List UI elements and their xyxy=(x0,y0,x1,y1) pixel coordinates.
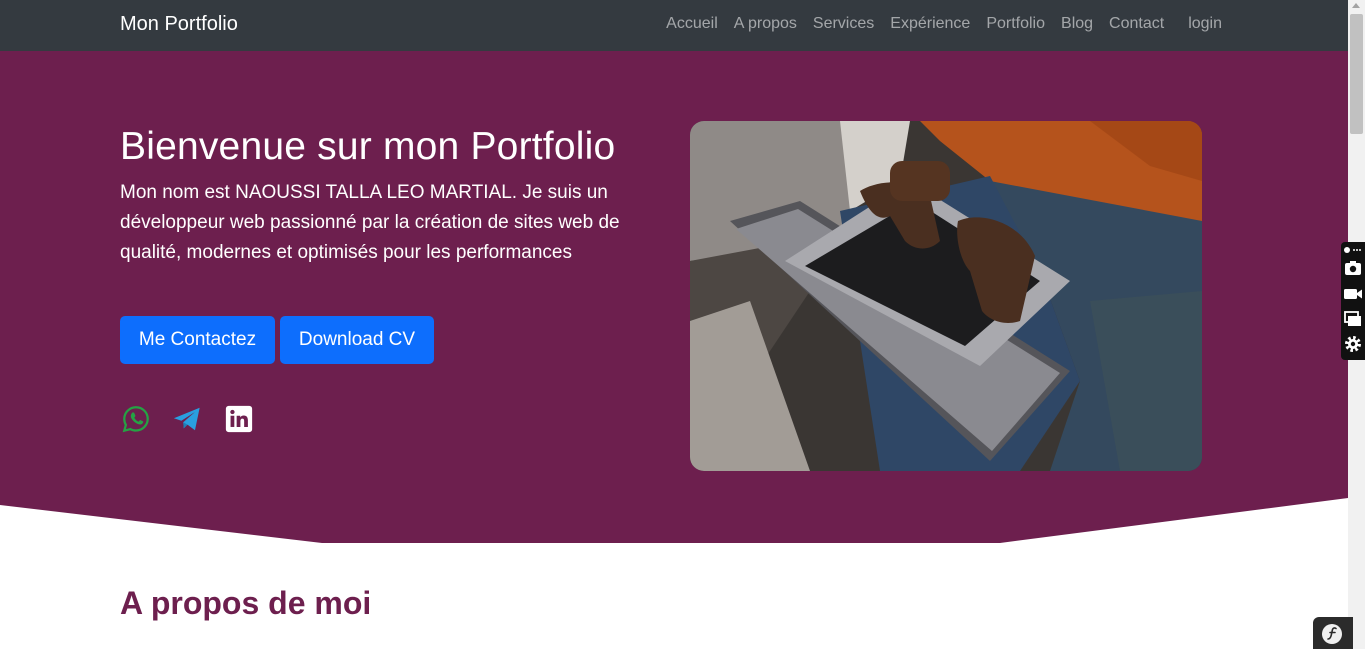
scroll-thumb[interactable] xyxy=(1350,14,1363,134)
brand-link[interactable]: Mon Portfolio xyxy=(120,13,238,36)
hero-section: Bienvenue sur mon Portfolio Mon nom est … xyxy=(0,51,1348,543)
video-icon[interactable] xyxy=(1343,284,1363,304)
gear-icon[interactable] xyxy=(1343,334,1363,354)
contact-button[interactable]: Me Contactez xyxy=(120,316,275,364)
nav-link-blog[interactable]: Blog xyxy=(1061,15,1093,33)
scroll-up-arrow[interactable] xyxy=(1352,3,1360,8)
nav-link-experience[interactable]: Expérience xyxy=(890,15,970,33)
linkedin-icon[interactable] xyxy=(224,404,254,434)
symfony-icon xyxy=(1322,624,1342,644)
nav-link-a-propos[interactable]: A propos xyxy=(734,15,797,33)
nav-link-login[interactable]: login xyxy=(1188,15,1222,33)
nav-link-contact[interactable]: Contact xyxy=(1109,15,1164,33)
hero-description: Mon nom est NAOUSSI TALLA LEO MARTIAL. J… xyxy=(120,182,620,263)
telegram-icon[interactable] xyxy=(172,404,202,434)
nav-links: Accueil A propos Services Expérience Por… xyxy=(650,15,1222,33)
nav-link-accueil[interactable]: Accueil xyxy=(666,15,718,33)
navbar: Mon Portfolio Accueil A propos Services … xyxy=(0,0,1348,51)
devtools-toolbar xyxy=(1341,242,1365,360)
whatsapp-icon[interactable] xyxy=(121,404,151,434)
symfony-debug-badge[interactable] xyxy=(1313,617,1353,649)
download-cv-button[interactable]: Download CV xyxy=(280,316,434,364)
windows-icon[interactable] xyxy=(1343,309,1363,329)
nav-link-portfolio[interactable]: Portfolio xyxy=(986,15,1045,33)
hero-image xyxy=(690,121,1202,471)
logo-icon xyxy=(1344,247,1361,253)
nav-link-services[interactable]: Services xyxy=(813,15,874,33)
camera-icon[interactable] xyxy=(1343,258,1363,278)
hero-title: Bienvenue sur mon Portfolio xyxy=(120,125,616,168)
about-title: A propos de moi xyxy=(120,585,372,621)
